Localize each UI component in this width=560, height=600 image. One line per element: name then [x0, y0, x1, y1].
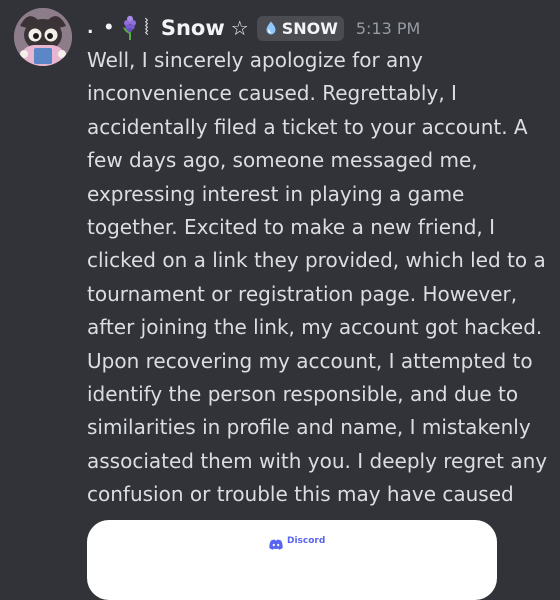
username-brace: ⦚ [144, 15, 149, 41]
message-header: . • ⦚ Snow ☆ SNOW 5:13 PM [87, 12, 420, 44]
avatar-image [14, 8, 72, 66]
chat-message: . • ⦚ Snow ☆ SNOW 5:13 PM Well, I sincer… [0, 0, 560, 600]
embed-brand-label: Discord [287, 535, 326, 546]
username[interactable]: . • ⦚ Snow ☆ [87, 15, 249, 41]
timestamp[interactable]: 5:13 PM [356, 19, 420, 38]
snowflake-icon [263, 20, 279, 36]
server-tag-label: SNOW [281, 18, 338, 38]
message-content: Well, I sincerely apologize for any inco… [87, 48, 548, 507]
avatar[interactable] [14, 8, 72, 66]
embed-brand: Discord [269, 535, 326, 550]
lavender-flower-icon [120, 15, 140, 41]
username-text: Snow [160, 16, 225, 40]
server-tag[interactable]: SNOW [256, 15, 344, 41]
username-suffix: ☆ [230, 16, 249, 40]
link-embed-card[interactable]: Discord [87, 520, 497, 600]
username-prefix: . • [87, 18, 117, 38]
discord-logo-icon [269, 535, 283, 550]
